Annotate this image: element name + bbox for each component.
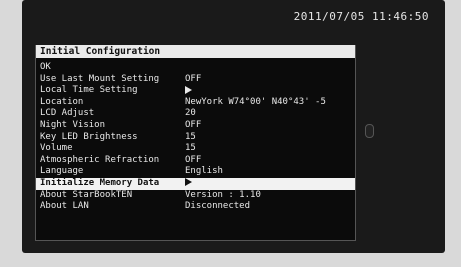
- menu-item-language[interactable]: Language English: [36, 166, 355, 178]
- menu-item-local-time-setting[interactable]: Local Time Setting: [36, 85, 355, 97]
- status-datetime: 2011/07/05 11:46:50: [293, 10, 429, 23]
- menu-item-value: OFF: [185, 73, 202, 84]
- menu-item-value: 15: [185, 131, 196, 142]
- menu-item-location[interactable]: Location NewYork W74°00' N40°43' -5: [36, 97, 355, 109]
- menu-item-use-last-mount-setting[interactable]: Use Last Mount Setting OFF: [36, 74, 355, 86]
- scroll-indicator: [365, 124, 374, 138]
- menu-item-label: Initialize Memory Data: [40, 177, 160, 188]
- menu-item-atmospheric-refraction[interactable]: Atmospheric Refraction OFF: [36, 155, 355, 167]
- menu-item-ok[interactable]: OK: [36, 62, 355, 74]
- menu-item-value: 15: [185, 143, 196, 154]
- menu-item-label: Language: [40, 166, 84, 177]
- menu-item-initialize-memory-data[interactable]: Initialize Memory Data: [36, 177, 355, 190]
- menu-item-key-led-brightness[interactable]: Key LED Brightness 15: [36, 132, 355, 144]
- menu-item-label: About LAN: [40, 201, 89, 212]
- menu-item-about-starbookten[interactable]: About StarBookTEN Version : 1.10: [36, 190, 355, 202]
- menu-item-label: Location: [40, 96, 84, 107]
- menu-item-value: 20: [185, 108, 196, 119]
- menu-item-label: LCD Adjust: [40, 108, 95, 119]
- menu-item-label: Night Vision: [40, 119, 106, 130]
- menu-item-value: OFF: [185, 119, 202, 130]
- settings-menu: OK Use Last Mount Setting OFF Local Time…: [36, 62, 355, 213]
- menu-item-night-vision[interactable]: Night Vision OFF: [36, 120, 355, 132]
- right-arrow-icon: [185, 178, 192, 187]
- panel-title: Initial Configuration: [36, 45, 355, 58]
- menu-item-label: Key LED Brightness: [40, 131, 138, 142]
- menu-item-about-lan[interactable]: About LAN Disconnected: [36, 201, 355, 213]
- right-arrow-icon: [185, 85, 192, 94]
- menu-item-value: OFF: [185, 154, 202, 165]
- menu-item-volume[interactable]: Volume 15: [36, 143, 355, 155]
- menu-item-value: Version : 1.10: [185, 189, 261, 200]
- menu-item-value: Disconnected: [185, 201, 251, 212]
- initial-configuration-panel: Initial Configuration OK Use Last Mount …: [35, 45, 356, 241]
- menu-item-label: Atmospheric Refraction: [40, 154, 160, 165]
- menu-item-label: Volume: [40, 143, 73, 154]
- menu-item-label: About StarBookTEN: [40, 189, 133, 200]
- menu-item-label: Use Last Mount Setting: [40, 73, 160, 84]
- menu-item-value: NewYork W74°00' N40°43' -5: [185, 96, 326, 107]
- device-screen: 2011/07/05 11:46:50 Initial Configuratio…: [0, 0, 461, 267]
- menu-item-lcd-adjust[interactable]: LCD Adjust 20: [36, 108, 355, 120]
- menu-item-value: English: [185, 166, 223, 177]
- menu-item-label: OK: [40, 62, 51, 72]
- menu-item-label: Local Time Setting: [40, 85, 138, 96]
